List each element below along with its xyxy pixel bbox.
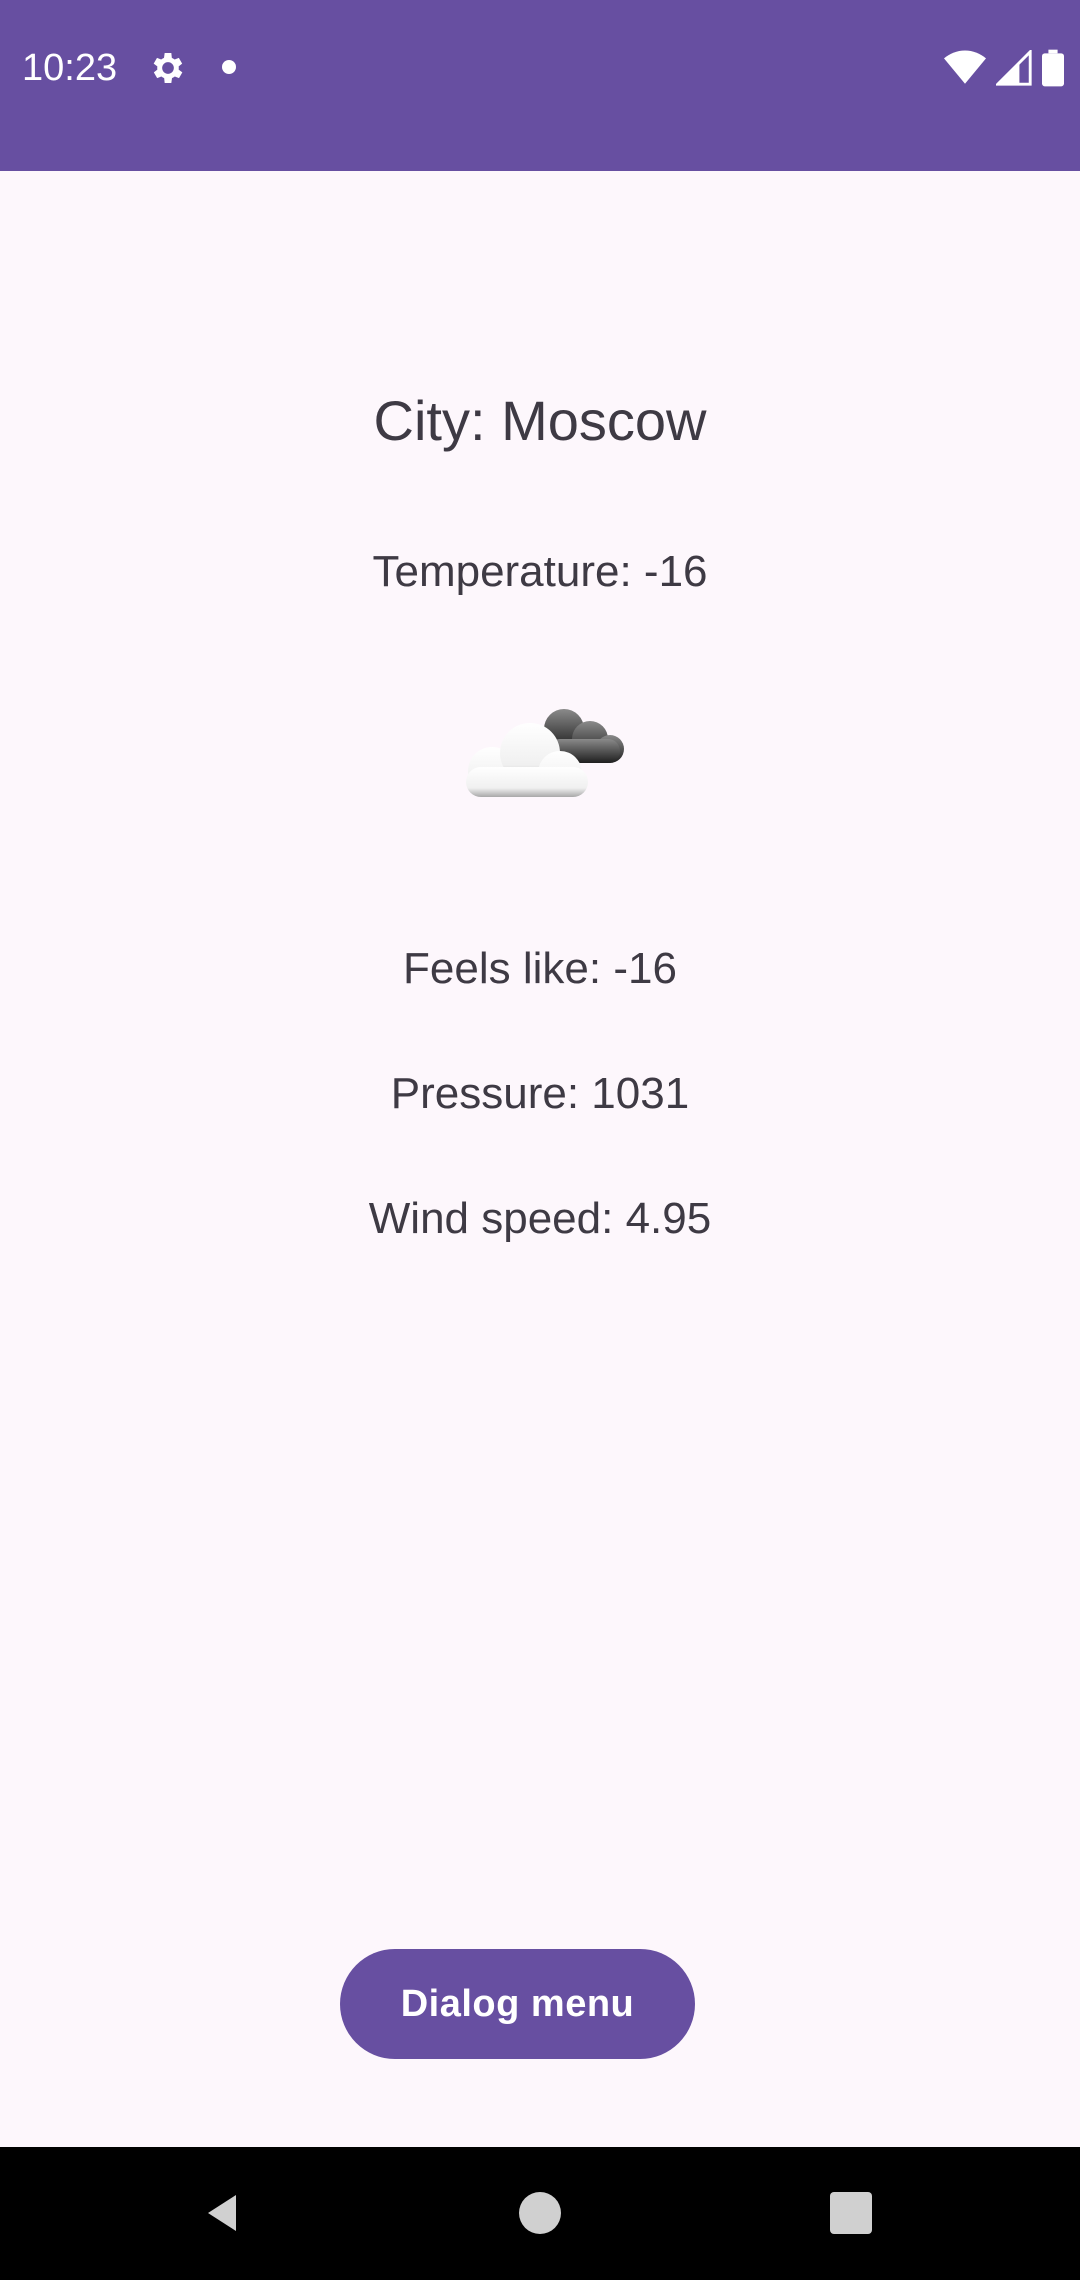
home-icon[interactable] [519,2192,561,2234]
notification-dot-icon [222,60,236,74]
wifi-icon [944,50,986,86]
weather-content: City: Moscow Temperature: -16 Feels like… [0,171,1080,2147]
city-label: City: Moscow [373,389,707,452]
status-bar: 10:23 [0,0,1080,171]
feels-like-label: Feels like: -16 [403,944,677,993]
dialog-menu-button[interactable]: Dialog menu [340,1949,695,2059]
recents-icon[interactable] [830,2192,872,2234]
cloudy-icon [452,701,632,811]
navigation-bar [0,2147,1080,2280]
wind-speed-label: Wind speed: 4.95 [368,1194,712,1243]
signal-icon [996,50,1032,86]
status-time: 10:23 [22,47,118,89]
battery-icon [1042,49,1064,87]
back-icon[interactable] [200,2189,248,2237]
temperature-label: Temperature: -16 [372,547,708,596]
status-indicators [944,46,1064,90]
gear-icon [148,48,188,88]
pressure-label: Pressure: 1031 [390,1069,690,1118]
